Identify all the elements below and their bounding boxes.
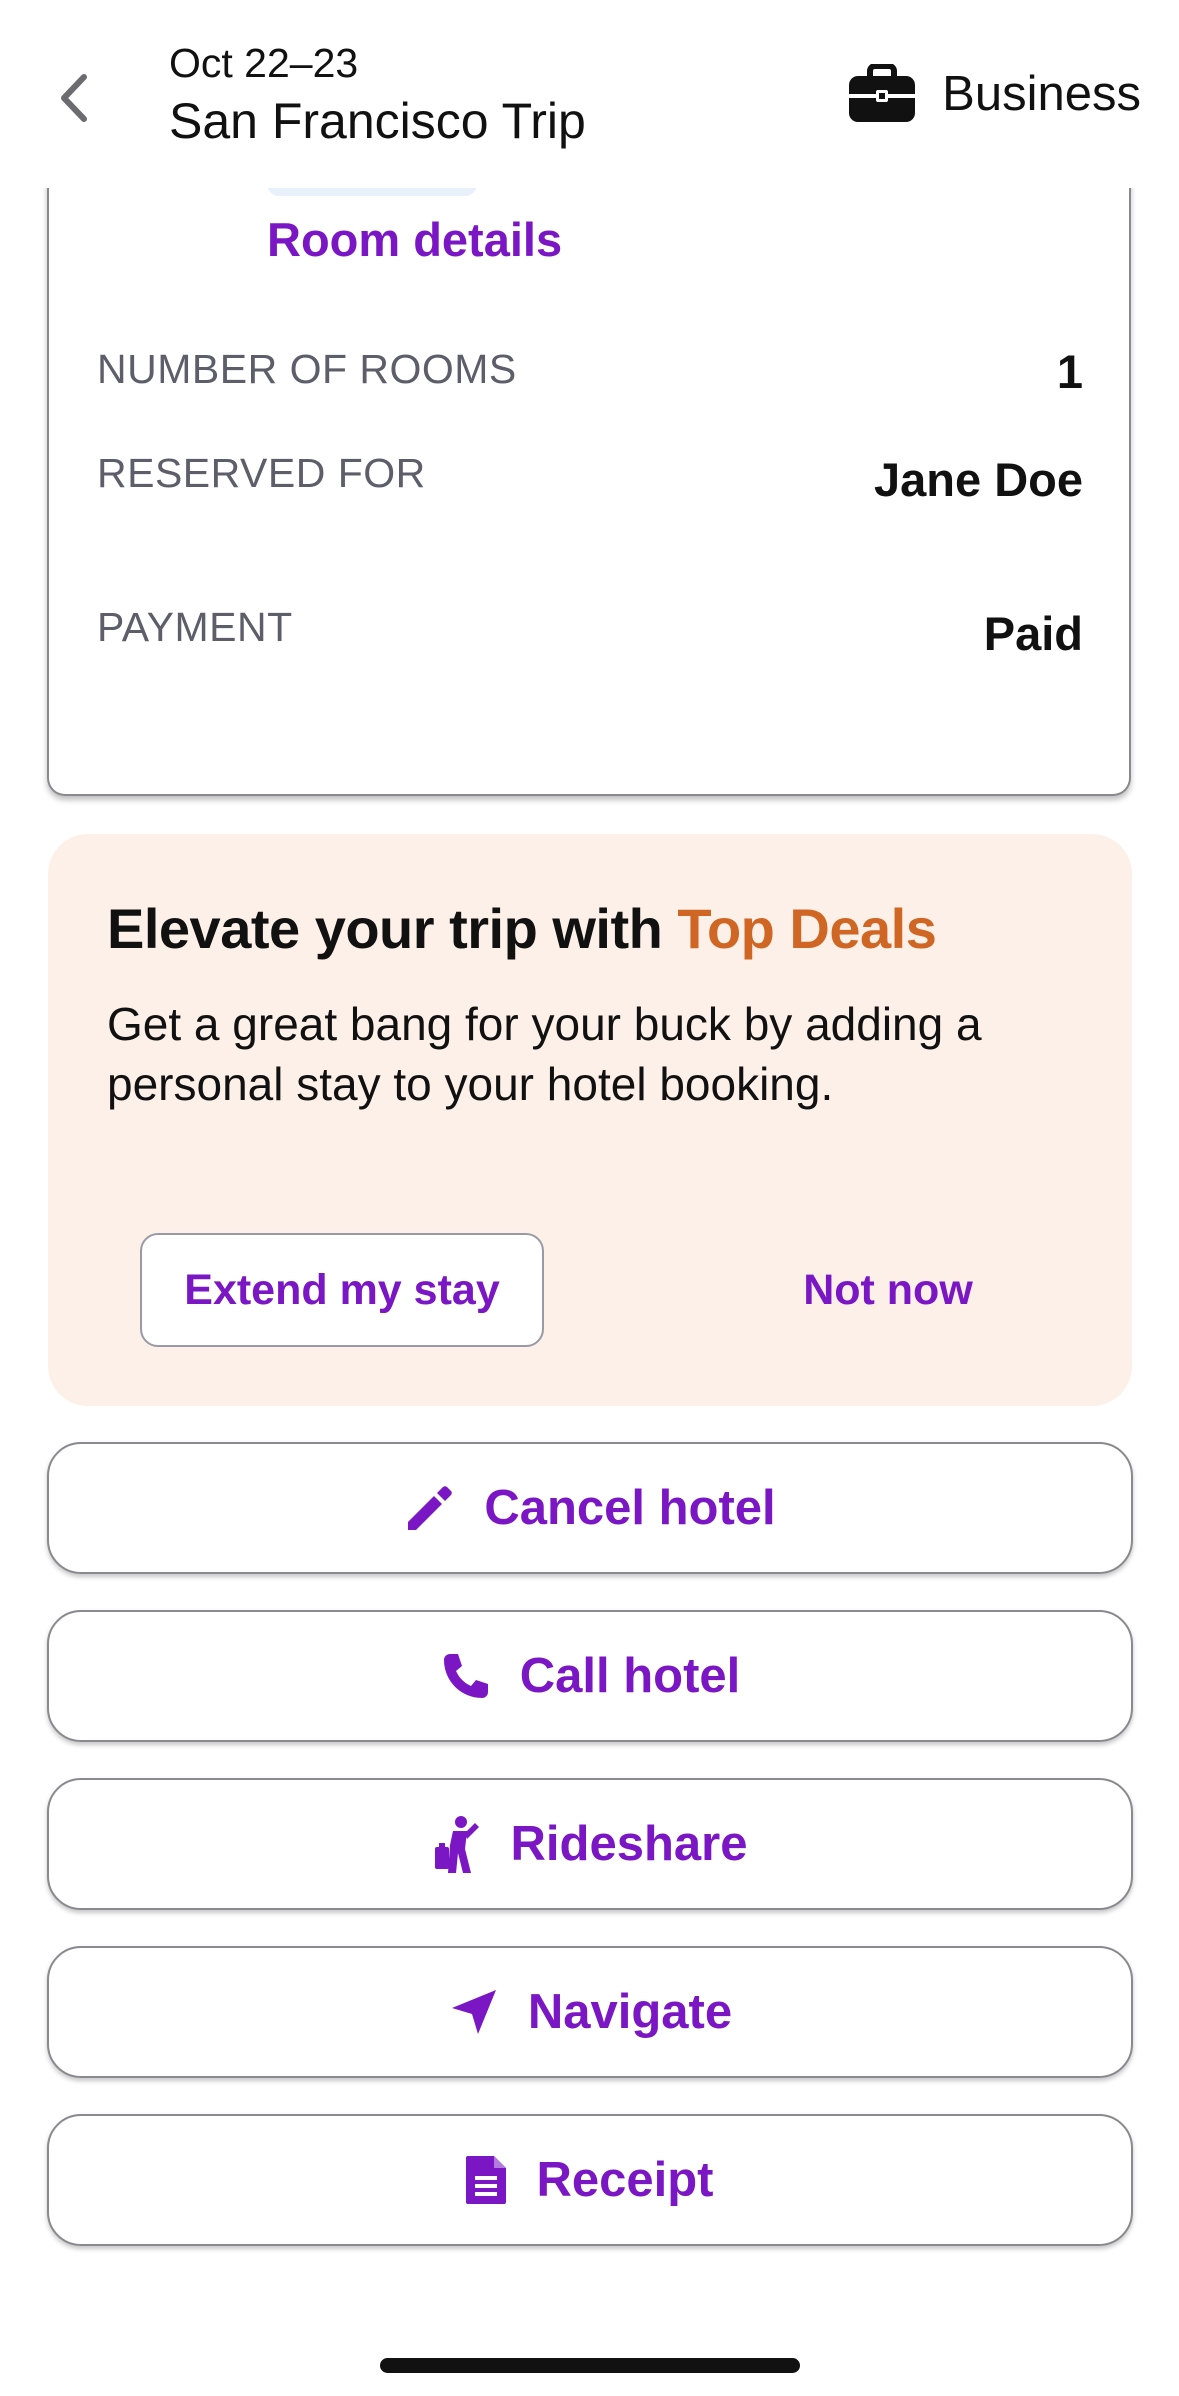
receipt-label: Receipt bbox=[536, 2153, 714, 2207]
trip-type-indicator[interactable]: Business bbox=[848, 64, 1141, 124]
rideshare-icon bbox=[433, 1815, 483, 1873]
call-hotel-label: Call hotel bbox=[519, 1649, 741, 1703]
reserved-for-label: RESERVED FOR bbox=[97, 450, 426, 496]
promo-title-prefix: Elevate your trip with bbox=[107, 897, 678, 960]
promo-title-accent: Top Deals bbox=[677, 897, 937, 960]
back-button[interactable] bbox=[48, 70, 98, 126]
rideshare-label: Rideshare bbox=[510, 1817, 748, 1871]
extend-my-stay-button[interactable]: Extend my stay bbox=[140, 1233, 544, 1347]
payment-value: Paid bbox=[983, 607, 1083, 660]
promo-title: Elevate your trip with Top Deals bbox=[107, 896, 937, 961]
trip-title: San Francisco Trip bbox=[169, 93, 586, 149]
receipt-button[interactable]: Receipt bbox=[47, 2114, 1133, 2246]
number-of-rooms-value: 1 bbox=[1056, 345, 1083, 398]
chevron-left-icon bbox=[58, 73, 88, 123]
navigate-button[interactable]: Navigate bbox=[47, 1946, 1133, 2078]
payment-label: PAYMENT bbox=[97, 604, 293, 650]
room-details-link[interactable]: Room details bbox=[267, 212, 562, 267]
rideshare-button[interactable]: Rideshare bbox=[47, 1778, 1133, 1910]
navigate-arrow-icon bbox=[448, 1986, 500, 2038]
top-app-bar: Oct 22–23 San Francisco Trip Business bbox=[0, 0, 1179, 188]
not-now-button[interactable]: Not now bbox=[668, 1233, 1108, 1347]
trip-date: Oct 22–23 bbox=[169, 40, 359, 86]
briefcase-icon bbox=[848, 64, 916, 124]
home-indicator[interactable] bbox=[380, 2358, 800, 2373]
room-details-card: Room details NUMBER OF ROOMS 1 RESERVED … bbox=[47, 150, 1131, 796]
reserved-for-value: Jane Doe bbox=[874, 453, 1083, 506]
navigate-label: Navigate bbox=[527, 1985, 733, 2039]
cancel-hotel-button[interactable]: Cancel hotel bbox=[47, 1442, 1133, 1574]
pencil-icon bbox=[404, 1482, 456, 1534]
phone-icon bbox=[440, 1650, 492, 1702]
promo-body: Get a great bang for your buck by adding… bbox=[107, 998, 982, 1110]
number-of-rooms-label: NUMBER OF ROOMS bbox=[97, 346, 517, 392]
cancel-hotel-label: Cancel hotel bbox=[484, 1481, 776, 1535]
receipt-icon bbox=[466, 2154, 508, 2206]
call-hotel-button[interactable]: Call hotel bbox=[47, 1610, 1133, 1742]
trip-type-label: Business bbox=[942, 67, 1141, 121]
top-deals-promo: Elevate your trip with Top Deals Get a g… bbox=[48, 834, 1132, 1406]
